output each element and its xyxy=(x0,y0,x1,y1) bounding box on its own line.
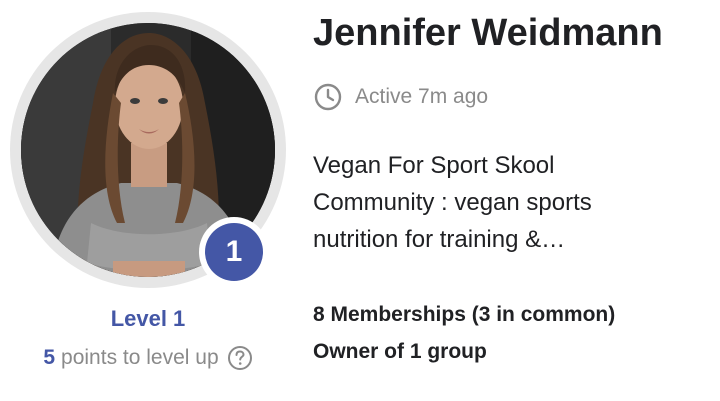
memberships-count[interactable]: 8 Memberships (3 in common) xyxy=(313,296,615,333)
bio-line: Vegan For Sport Skool xyxy=(313,152,555,179)
active-status: Active 7m ago xyxy=(313,82,488,112)
points-text: points to level up xyxy=(61,346,219,369)
profile-card: 1 Level 1 5 points to level up Jennifer … xyxy=(0,0,720,401)
points-to-level-up: 5 points to level up xyxy=(0,345,296,371)
profile-stats: 8 Memberships (3 in common) Owner of 1 g… xyxy=(313,296,615,370)
level-badge-number: 1 xyxy=(205,223,263,281)
bio-line: Community : vegan sports xyxy=(313,189,592,216)
owner-of-groups[interactable]: Owner of 1 group xyxy=(313,333,615,370)
bio-line: nutrition for training &… xyxy=(313,226,566,253)
points-value: 5 xyxy=(43,346,56,369)
level-badge: 1 xyxy=(199,217,269,287)
level-label: Level 1 xyxy=(110,306,186,331)
active-status-text: Active 7m ago xyxy=(355,85,489,108)
question-circle-icon[interactable] xyxy=(227,345,253,371)
clock-icon xyxy=(313,82,343,112)
profile-bio: Vegan For Sport Skool Community : vegan … xyxy=(313,147,693,258)
profile-name: Jennifer Weidmann xyxy=(313,12,663,54)
